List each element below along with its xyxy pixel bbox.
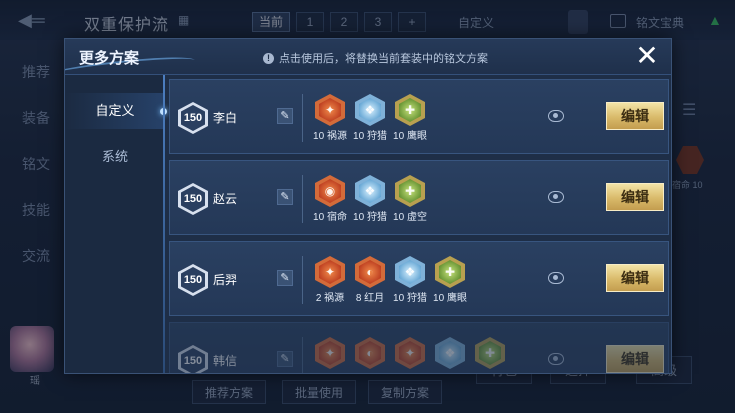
dialog-header: 更多方案 ! 点击使用后，将替换当前套装中的铭文方案 ✕ [65,39,671,83]
rune-core: ◐ [359,341,381,365]
card-divider [302,337,303,373]
rune-glyph: ✦ [404,346,416,360]
rune-label: 10 虚空 [393,212,427,223]
plan-name: 李白 [213,111,238,125]
rune-icon: ❖ [355,94,385,126]
rune-icon: ✦ [395,337,425,369]
rune-icon: ✦ [315,256,345,288]
dialog-title: 更多方案 [79,50,140,67]
rune-core: ✚ [399,179,421,203]
more-plans-dialog: 更多方案 ! 点击使用后，将替换当前套装中的铭文方案 ✕ 自定义 系统 150 李… [64,38,672,374]
rune-icon: ❖ [435,337,465,369]
plan-card[interactable]: 150 韩信 ✎ 编辑 ✦ ◐ ✦ ❖ ✚ [169,322,669,373]
rename-icon[interactable]: ✎ [277,189,293,205]
rune-glyph: ✚ [404,103,416,117]
rune-core: ✚ [399,98,421,122]
rune-core: ❖ [399,260,421,284]
rune-glyph: ✦ [324,346,336,360]
rune-glyph: ◉ [324,184,336,198]
dialog-notice: ! 点击使用后，将替换当前套装中的铭文方案 [263,50,488,66]
info-icon: ! [263,52,274,64]
preview-eye-icon[interactable] [548,272,564,284]
rune-slot: ✚ 10 虚空 [390,175,430,231]
rune-core: ◐ [359,260,381,284]
rune-icon: ◐ [355,256,385,288]
plan-category-nav: 自定义 系统 [65,75,167,373]
edit-button[interactable]: 编辑 [606,264,664,292]
level-value: 150 [181,348,205,373]
rune-slot: ❖ [430,337,470,373]
rune-label: 10 鹰眼 [393,131,427,142]
rune-glyph: ✚ [404,184,416,198]
edit-button[interactable]: 编辑 [606,183,664,211]
plan-name: 后羿 [213,273,238,287]
rune-icon: ✦ [315,337,345,369]
rune-icon: ✚ [435,256,465,288]
plan-list[interactable]: 150 李白 ✎ 编辑 ✦ 10 祸源 ❖ 10 狩猎 ✚ 10 鹰眼 150 赵云 ✎ 编辑 ◉ 10 宿命… [169,79,669,373]
rune-core: ❖ [359,98,381,122]
plan-card[interactable]: 150 后羿 ✎ 编辑 ✦ 2 祸源 ◐ 8 红月 ❖ 10 狩猎 ✚ 10 鹰眼 [169,241,669,316]
rune-label: 10 鹰眼 [433,293,467,304]
rune-icon: ✚ [395,94,425,126]
rune-slot: ✦ [390,337,430,373]
nav-item-custom[interactable]: 自定义 [65,93,167,129]
level-value: 150 [181,105,205,131]
rune-core: ✚ [439,260,461,284]
rename-icon[interactable]: ✎ [277,108,293,124]
preview-eye-icon[interactable] [548,353,564,365]
rune-core: ✦ [319,98,341,122]
rename-icon[interactable]: ✎ [277,270,293,286]
rune-icon: ❖ [395,256,425,288]
plan-card[interactable]: 150 李白 ✎ 编辑 ✦ 10 祸源 ❖ 10 狩猎 ✚ 10 鹰眼 [169,79,669,154]
level-badge: 150 [178,102,208,134]
rune-core: ✦ [319,260,341,284]
plan-name: 韩信 [213,354,238,368]
rune-core: ◉ [319,179,341,203]
plan-name: 赵云 [213,192,238,206]
rune-glyph: ❖ [404,265,416,279]
rune-slot: ◐ [350,337,390,373]
rune-icon: ✚ [475,337,505,369]
level-badge: 150 [178,183,208,215]
rune-icon: ✚ [395,175,425,207]
rune-core: ✦ [399,341,421,365]
nav-item-system[interactable]: 系统 [65,139,165,175]
plan-card[interactable]: 150 赵云 ✎ 编辑 ◉ 10 宿命 ❖ 10 狩猎 ✚ 10 虚空 [169,160,669,235]
rune-glyph: ◐ [366,265,374,279]
rune-core: ✦ [319,341,341,365]
rune-slot: ✚ [470,337,510,373]
level-value: 150 [181,186,205,212]
rune-slot: ✚ 10 鹰眼 [430,256,470,312]
rune-glyph: ✚ [484,346,496,360]
rune-glyph: ✦ [324,265,336,279]
rune-slot: ✦ [310,337,350,373]
edit-button[interactable]: 编辑 [606,345,664,373]
rune-core: ❖ [439,341,461,365]
rune-glyph: ✦ [324,103,336,117]
level-badge: 150 [178,264,208,296]
preview-eye-icon[interactable] [548,191,564,203]
rune-icon: ◉ [315,175,345,207]
preview-eye-icon[interactable] [548,110,564,122]
level-value: 150 [181,267,205,293]
rune-icon: ❖ [355,175,385,207]
rune-glyph: ✚ [444,265,456,279]
notice-text: 点击使用后，将替换当前套装中的铭文方案 [279,53,488,65]
rune-glyph: ❖ [444,346,456,360]
rune-glyph: ◐ [366,346,374,360]
nav-rail [163,75,165,373]
nav-item-label: 自定义 [95,103,135,118]
rune-icon: ◐ [355,337,385,369]
rename-icon[interactable]: ✎ [277,351,293,367]
rune-glyph: ❖ [364,103,376,117]
rune-glyph: ❖ [364,184,376,198]
rune-core: ✚ [479,341,501,365]
level-badge: 150 [178,345,208,373]
nav-item-label: 系统 [101,149,128,164]
edit-button[interactable]: 编辑 [606,102,664,130]
rune-core: ❖ [359,179,381,203]
rune-icon: ✦ [315,94,345,126]
close-button[interactable]: ✕ [633,42,661,71]
rune-slot: ✚ 10 鹰眼 [390,94,430,150]
